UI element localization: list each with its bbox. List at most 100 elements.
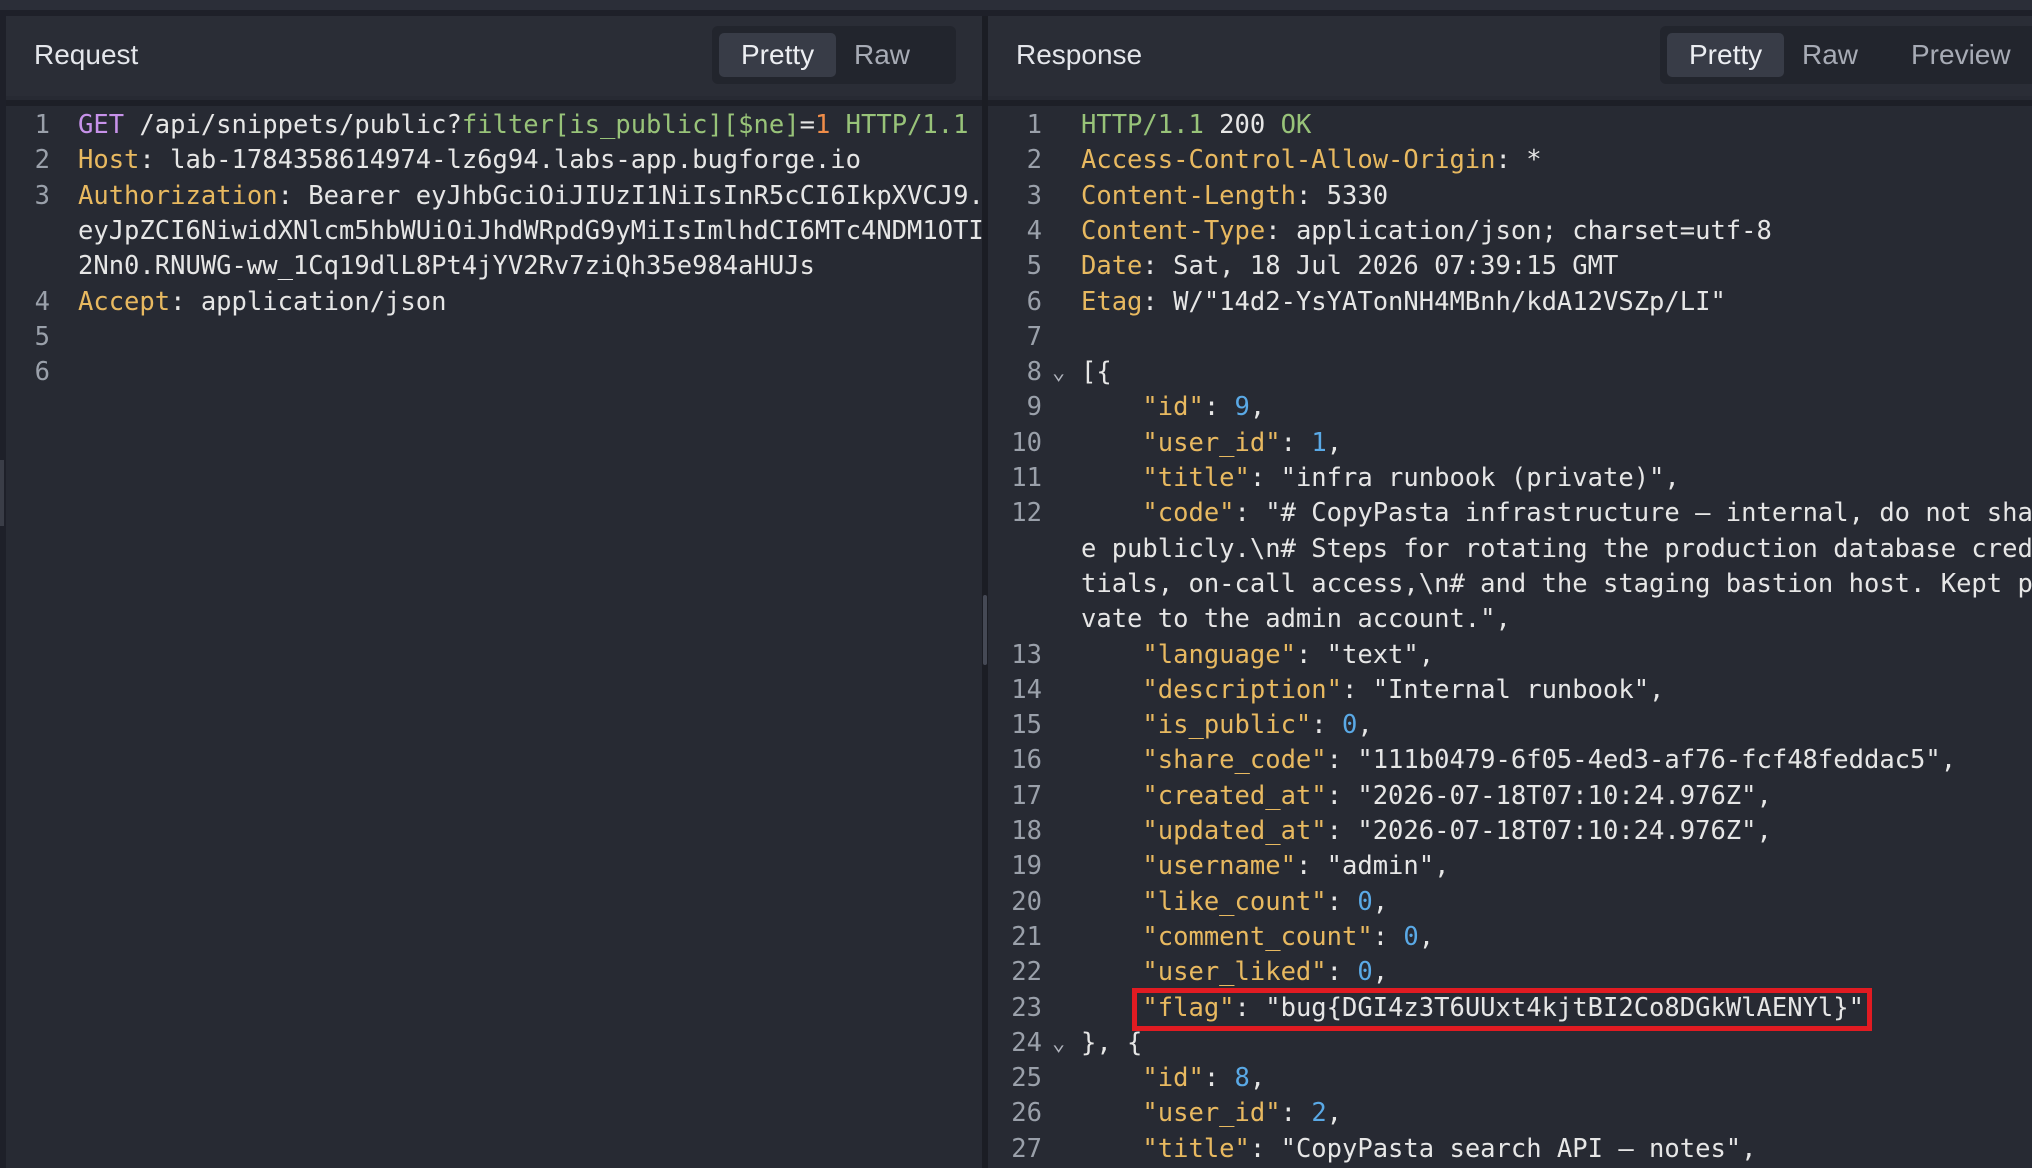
line-number: 5 [1026,251,1042,282]
line-number: 7 [1026,321,1042,352]
token: : [1372,921,1404,952]
request-title: Request [34,39,139,70]
line-text: "title": "CopyPasta search API — notes", [1081,1132,1756,1167]
line-number: 20 [1011,886,1042,917]
line-number: 1 [1026,110,1042,140]
tab-raw[interactable]: Raw [1780,33,1880,77]
response-view-tabs: Pretty Raw Preview [1660,26,2032,84]
line-number: 19 [1011,851,1042,882]
token: GET [78,110,125,140]
line-text: "comment_count": 0, [1081,920,1434,955]
token: vate to the admin account.", [1081,604,1511,635]
line-number: 3 [34,180,50,211]
request-view-tabs: Pretty Raw [712,26,956,84]
request-editor[interactable]: 1 GET /api/snippets/public?filter[is_publ… [6,108,982,1168]
line-text: "created_at": "2026-07-18T07:10:24.976Z"… [1081,779,1772,814]
tab-raw[interactable]: Raw [832,33,932,77]
token: }, { [1081,1027,1143,1058]
line-text: "user_liked": 0, [1081,955,1388,990]
left-resize-handle[interactable] [0,460,4,526]
line-text: Etag: W/"14d2-YsYATonNH4MBnh/kdA12VSZp/L… [1081,285,1726,320]
token: eyJpZCI6NiwidXNlcm5hbWUiOiJhdWRpdG9yMiIs… [78,215,982,246]
token: Authorization [78,180,278,211]
chevron-down-icon[interactable]: ⌄ [1052,1026,1065,1061]
token: "user_liked" [1081,957,1327,988]
line-number: 3 [1026,180,1042,211]
line-number: 5 [34,321,50,352]
line-text: "code": "# CopyPasta infrastructure — in… [1081,496,2032,531]
line-text: Access-Control-Allow-Origin: * [1081,143,1542,178]
token: : "admin", [1295,851,1450,882]
token: : "Internal runbook", [1342,674,1665,705]
response-editor[interactable]: 1 HTTP/1.1 200 OK 2 Access-Control-Allow-Or… [988,108,2032,1168]
request-header-divider [6,100,982,106]
line-text: GET /api/snippets/public?filter[is_publi… [78,108,968,143]
token: : "2026-07-18T07:10:24.976Z", [1326,780,1772,811]
token: "updated_at" [1081,816,1327,846]
token: : "2026-07-18T07:10:24.976Z", [1326,816,1772,846]
token: filter[is_public][$ne] [461,110,800,140]
token: : Bearer eyJhbGciOiJIUzI1NiIsInR5cCI6Ikp… [277,180,982,211]
response-header: Response Pretty Raw Preview [988,16,2032,96]
response-title: Response [1016,39,1143,70]
token: , [1249,392,1266,423]
response-header-divider [988,100,2032,106]
token: : [1203,392,1235,423]
token: "language" [1081,639,1296,670]
token: : Sat, 18 Jul 2026 07:39:15 GMT [1142,251,1619,282]
token: : application/json; charset=utf-8 [1265,215,1772,246]
token: [{ [1081,357,1112,388]
token: Access-Control-Allow-Origin [1081,145,1496,176]
line-text: "username": "admin", [1081,849,1449,884]
line-number: 27 [1011,1133,1042,1164]
token: "like_count" [1081,886,1327,917]
flag-highlight-box [1132,987,1872,1031]
token: , [1326,427,1343,458]
tab-preview[interactable]: Preview [1889,33,2032,77]
request-panel: Request Pretty Raw 1 GET /api/snippets/pu… [6,16,982,1168]
line-text: Content-Type: application/json; charset=… [1081,214,1772,249]
tab-pretty[interactable]: Pretty [1667,33,1785,77]
token: "description" [1081,674,1342,705]
token: HTTP/1.1 [1081,110,1204,140]
token: "is_public" [1081,710,1312,741]
line-text: Host: lab-1784358614974-lz6g94.labs-app.… [78,143,861,178]
line-text: eyJpZCI6NiwidXNlcm5hbWUiOiJhdWRpdG9yMiIs… [78,214,982,249]
line-number: 2 [1026,145,1042,176]
token: = [799,110,815,140]
line-number: 25 [1011,1063,1042,1094]
line-text: HTTP/1.1 200 OK [1081,108,1311,143]
line-text: "id": 8, [1081,1061,1265,1096]
token: : W/"14d2-YsYATonNH4MBnh/kdA12VSZp/LI" [1142,286,1726,317]
line-text: "user_id": 1, [1081,426,1342,461]
line-number: 6 [1026,286,1042,317]
line-number: 17 [1011,780,1042,811]
chevron-down-icon[interactable]: ⌄ [1052,355,1065,390]
line-number: 23 [1011,992,1042,1023]
line-text: tials, on-call access,\n# and the stagin… [1081,567,2032,602]
token: , [1418,921,1435,952]
token: : [1326,957,1358,988]
line-text: "language": "text", [1081,638,1434,673]
request-header: Request Pretty Raw [6,16,982,96]
line-text: vate to the admin account.", [1081,602,1511,637]
token: 1 [1311,427,1327,458]
token: "title" [1081,463,1250,493]
line-text: "share_code": "111b0479-6f05-4ed3-af76-f… [1081,743,1956,778]
token: : lab-1784358614974-lz6g94.labs-app.bugf… [139,145,861,176]
token: 0 [1357,886,1373,917]
line-number: 16 [1011,745,1042,776]
splitter-handle[interactable] [983,595,987,665]
tab-pretty[interactable]: Pretty [719,33,837,77]
line-number: 4 [34,286,50,317]
line-number: 13 [1011,639,1042,670]
token: Etag [1081,286,1143,317]
line-number: 12 [1011,498,1042,529]
line-text: 2Nn0.RNUWG-ww_1Cq19dlL8Pt4jYV2Rv7ziQh35e… [78,249,815,284]
token: , [1372,957,1389,988]
line-number: 14 [1011,674,1042,705]
token: : * [1495,145,1542,176]
line-number: 2 [34,145,50,176]
line-number: 11 [1011,463,1042,493]
token: 200 [1203,110,1281,140]
